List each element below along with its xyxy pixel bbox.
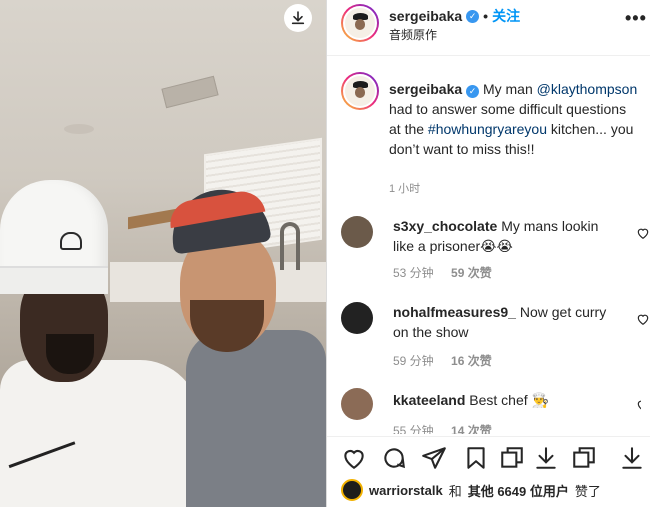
comment-item: kkateeland Best chef 👨‍🍳 55 分钟 14 次赞 bbox=[341, 388, 641, 434]
verified-icon: ✓ bbox=[466, 84, 480, 98]
ceiling-light bbox=[64, 124, 94, 134]
share-icon[interactable] bbox=[421, 445, 447, 471]
download-icon bbox=[291, 11, 305, 25]
caption-username[interactable]: sergeibaka bbox=[389, 81, 462, 97]
comment-text: s3xy_chocolate My mans lookin like a pri… bbox=[393, 216, 613, 256]
comment-time: 55 分钟 bbox=[393, 424, 434, 434]
caption-avatar[interactable] bbox=[341, 72, 379, 110]
heart-icon[interactable] bbox=[636, 226, 650, 240]
action-bar bbox=[327, 436, 650, 476]
comment-username[interactable]: kkateeland bbox=[393, 392, 465, 408]
comment-username[interactable]: s3xy_chocolate bbox=[393, 218, 497, 234]
likes-summary: warriorstalk 和 其他 6649 位用户 赞了 bbox=[341, 478, 641, 502]
bookmark-icon[interactable] bbox=[463, 445, 489, 471]
comment-likes[interactable]: 59 次赞 bbox=[451, 266, 492, 280]
comment-meta: 55 分钟 14 次赞 bbox=[393, 422, 492, 434]
post-video[interactable] bbox=[0, 0, 326, 507]
post-panel: sergeibaka ✓ • 关注 音频原作 ••• sergeibaka ✓ … bbox=[326, 0, 650, 507]
download-icon[interactable] bbox=[533, 445, 559, 471]
comment-avatar[interactable] bbox=[341, 216, 373, 248]
heart-icon[interactable] bbox=[636, 312, 650, 326]
verified-icon: ✓ bbox=[466, 9, 480, 23]
comment-time: 59 分钟 bbox=[393, 354, 434, 368]
liker-username[interactable]: warriorstalk bbox=[369, 483, 443, 498]
author-avatar[interactable] bbox=[341, 4, 379, 42]
comment-text: kkateeland Best chef 👨‍🍳 bbox=[393, 390, 613, 410]
comment-username[interactable]: nohalfmeasures9_ bbox=[393, 304, 516, 320]
caption-text: My man bbox=[482, 81, 533, 97]
comment-avatar[interactable] bbox=[341, 388, 373, 420]
comment-likes[interactable]: 14 次赞 bbox=[451, 424, 492, 434]
chef-hat-logo bbox=[60, 232, 82, 250]
author-username[interactable]: sergeibaka bbox=[389, 8, 462, 24]
copy-icon[interactable] bbox=[571, 445, 597, 471]
liker-avatar[interactable] bbox=[341, 479, 363, 501]
likes-others-link[interactable]: 其他 6649 位用户 bbox=[468, 481, 569, 500]
person-shirt bbox=[186, 330, 326, 507]
author-row: sergeibaka ✓ • 关注 bbox=[389, 6, 520, 26]
likes-connector: 和 bbox=[448, 483, 462, 499]
comment-icon[interactable] bbox=[381, 445, 407, 471]
comment-meta: 53 分钟 59 次赞 bbox=[393, 264, 492, 281]
mention-link[interactable]: @klaythompson bbox=[537, 81, 638, 97]
likes-suffix: 赞了 bbox=[574, 483, 601, 499]
post-caption: sergeibaka ✓ My man @klaythompson had to… bbox=[389, 79, 639, 159]
comment-time: 53 分钟 bbox=[393, 266, 434, 280]
comment-meta: 59 分钟 16 次赞 bbox=[393, 352, 492, 369]
chef-hat bbox=[0, 180, 108, 294]
faucet bbox=[280, 222, 300, 270]
heart-icon[interactable] bbox=[341, 445, 367, 471]
separator-dot: • bbox=[483, 8, 489, 24]
comment-item: s3xy_chocolate My mans lookin like a pri… bbox=[341, 216, 649, 281]
ceiling-vent bbox=[161, 75, 219, 109]
comment-item: nohalfmeasures9_ Now get curry on the sh… bbox=[341, 302, 649, 369]
comment-likes[interactable]: 16 次赞 bbox=[451, 354, 492, 368]
comment-text: nohalfmeasures9_ Now get curry on the sh… bbox=[393, 302, 613, 342]
download-icon[interactable] bbox=[619, 445, 645, 471]
video-download-button[interactable] bbox=[284, 4, 312, 32]
post-time[interactable]: 1 小时 bbox=[389, 180, 420, 196]
more-options-icon[interactable]: ••• bbox=[625, 8, 647, 29]
comment-body: Best chef 👨‍🍳 bbox=[469, 392, 549, 408]
comment-avatar[interactable] bbox=[341, 302, 373, 334]
audio-label[interactable]: 音频原作 bbox=[389, 26, 437, 43]
hashtag-link[interactable]: #howhungryareyou bbox=[428, 121, 547, 137]
heart-icon[interactable] bbox=[636, 398, 641, 412]
person-chef-beard bbox=[46, 334, 94, 374]
follow-button[interactable]: 关注 bbox=[492, 6, 520, 26]
copy-icon[interactable] bbox=[499, 445, 525, 471]
post-header: sergeibaka ✓ • 关注 音频原作 ••• bbox=[327, 0, 650, 56]
